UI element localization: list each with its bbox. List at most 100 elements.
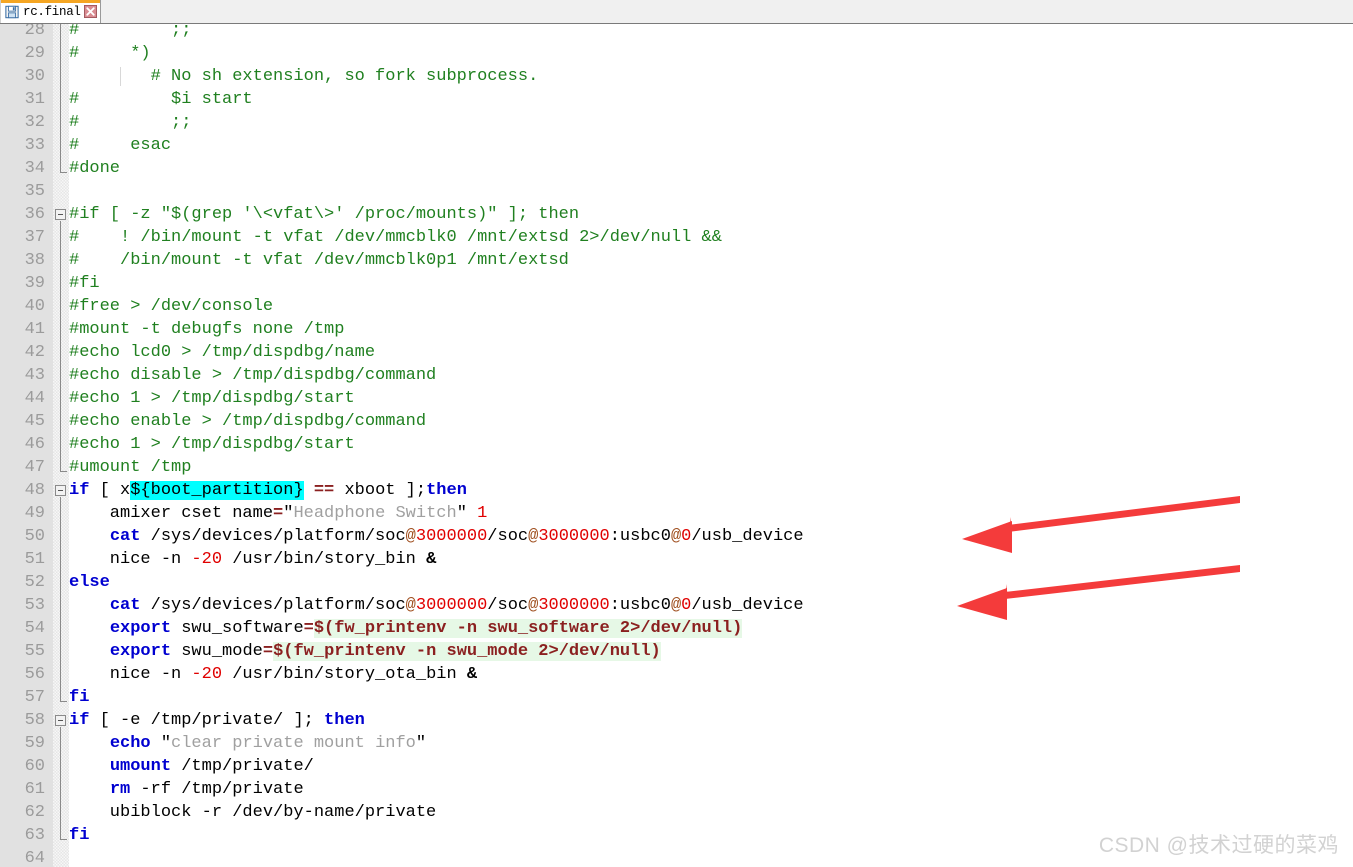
code-line[interactable]: #echo 1 > /tmp/dispdbg/start bbox=[69, 387, 355, 410]
line-number: 63 bbox=[0, 824, 45, 847]
line-number: 59 bbox=[0, 732, 45, 755]
line-number: 47 bbox=[0, 456, 45, 479]
line-number: 40 bbox=[0, 295, 45, 318]
fold-end-marker bbox=[60, 471, 67, 472]
line-number: 38 bbox=[0, 249, 45, 272]
code-line[interactable]: # $i start bbox=[69, 88, 253, 111]
fold-collapse-icon[interactable] bbox=[55, 715, 66, 726]
fold-guide-line bbox=[60, 686, 61, 701]
tab-label: rc.final bbox=[23, 5, 81, 19]
line-number: 58 bbox=[0, 709, 45, 732]
close-icon[interactable] bbox=[84, 5, 97, 18]
fold-guide-line bbox=[60, 111, 61, 134]
code-line[interactable]: umount /tmp/private/ bbox=[69, 755, 314, 778]
code-line[interactable]: #mount -t debugfs none /tmp bbox=[69, 318, 344, 341]
line-number: 52 bbox=[0, 571, 45, 594]
fold-guide-line bbox=[60, 594, 61, 617]
line-number: 36 bbox=[0, 203, 45, 226]
line-number: 32 bbox=[0, 111, 45, 134]
code-line[interactable]: #fi bbox=[69, 272, 100, 295]
code-line[interactable]: #if [ -z "$(grep '\<vfat\>' /proc/mounts… bbox=[69, 203, 579, 226]
fold-guide-line bbox=[60, 24, 61, 42]
line-number: 64 bbox=[0, 847, 45, 867]
code-line[interactable]: cat /sys/devices/platform/soc@3000000/so… bbox=[69, 594, 804, 617]
fold-guide-line bbox=[60, 663, 61, 686]
fold-guide-line bbox=[60, 249, 61, 272]
code-line[interactable]: # ;; bbox=[69, 24, 191, 42]
code-line[interactable]: fi bbox=[69, 824, 89, 847]
fold-end-marker bbox=[60, 839, 67, 840]
fold-guide-line bbox=[60, 295, 61, 318]
code-line[interactable]: export swu_software=$(fw_printenv -n swu… bbox=[69, 617, 742, 640]
code-line[interactable]: #echo disable > /tmp/dispdbg/command bbox=[69, 364, 436, 387]
code-line[interactable]: # esac bbox=[69, 134, 171, 157]
code-line[interactable]: else bbox=[69, 571, 110, 594]
fold-guide-line bbox=[60, 410, 61, 433]
fold-guide-line bbox=[60, 226, 61, 249]
code-line[interactable]: # ;; bbox=[69, 111, 191, 134]
fold-guide-line bbox=[60, 778, 61, 801]
line-number: 57 bbox=[0, 686, 45, 709]
code-line[interactable]: rm -rf /tmp/private bbox=[69, 778, 304, 801]
line-number: 46 bbox=[0, 433, 45, 456]
code-line[interactable]: nice -n -20 /usr/bin/story_ota_bin & bbox=[69, 663, 477, 686]
fold-collapse-icon[interactable] bbox=[55, 209, 66, 220]
fold-guide-line bbox=[60, 801, 61, 824]
fold-guide-line bbox=[60, 571, 61, 594]
code-line[interactable]: nice -n -20 /usr/bin/story_bin & bbox=[69, 548, 436, 571]
line-number: 42 bbox=[0, 341, 45, 364]
fold-guide-line bbox=[60, 272, 61, 295]
code-line[interactable]: cat /sys/devices/platform/soc@3000000/so… bbox=[69, 525, 804, 548]
fold-guide-line bbox=[60, 42, 61, 65]
fold-guide-line bbox=[60, 755, 61, 778]
fold-end-marker bbox=[60, 172, 67, 173]
code-text-area[interactable]: # ;;# *) # No sh extension, so fork subp… bbox=[69, 24, 1353, 867]
line-number: 31 bbox=[0, 88, 45, 111]
fold-guide-line bbox=[60, 640, 61, 663]
code-line[interactable]: # *) bbox=[69, 42, 151, 65]
code-line[interactable]: #echo 1 > /tmp/dispdbg/start bbox=[69, 433, 355, 456]
code-editor[interactable]: 2829303132333435363738394041424344454647… bbox=[0, 24, 1353, 867]
line-number: 49 bbox=[0, 502, 45, 525]
fold-guide-line bbox=[60, 318, 61, 341]
code-line[interactable]: export swu_mode=$(fw_printenv -n swu_mod… bbox=[69, 640, 661, 663]
line-number: 28 bbox=[0, 24, 45, 42]
line-number: 51 bbox=[0, 548, 45, 571]
fold-guide-line bbox=[60, 65, 61, 88]
line-number: 61 bbox=[0, 778, 45, 801]
fold-guide-line bbox=[60, 617, 61, 640]
code-line[interactable]: fi bbox=[69, 686, 89, 709]
fold-guide-line bbox=[60, 732, 61, 755]
line-number: 34 bbox=[0, 157, 45, 180]
code-line[interactable]: # ! /bin/mount -t vfat /dev/mmcblk0 /mnt… bbox=[69, 226, 722, 249]
code-line[interactable]: #done bbox=[69, 157, 120, 180]
code-line[interactable]: amixer cset name="Headphone Switch" 1 bbox=[69, 502, 487, 525]
watermark: CSDN @技术过硬的菜鸡 bbox=[1099, 829, 1339, 859]
line-number: 29 bbox=[0, 42, 45, 65]
code-line[interactable]: # /bin/mount -t vfat /dev/mmcblk0p1 /mnt… bbox=[69, 249, 569, 272]
code-line[interactable]: #echo enable > /tmp/dispdbg/command bbox=[69, 410, 426, 433]
line-number: 33 bbox=[0, 134, 45, 157]
code-line[interactable]: ubiblock -r /dev/by-name/private bbox=[69, 801, 436, 824]
code-folding-column[interactable] bbox=[53, 24, 69, 867]
code-line[interactable]: echo "clear private mount info" bbox=[69, 732, 426, 755]
line-number: 43 bbox=[0, 364, 45, 387]
indent-guide bbox=[120, 67, 121, 86]
save-disk-icon bbox=[5, 5, 19, 19]
tab-rc-final[interactable]: rc.final bbox=[0, 0, 101, 23]
line-number: 35 bbox=[0, 180, 45, 203]
code-line[interactable]: #umount /tmp bbox=[69, 456, 191, 479]
line-number: 60 bbox=[0, 755, 45, 778]
fold-collapse-icon[interactable] bbox=[55, 485, 66, 496]
fold-guide-line bbox=[60, 525, 61, 548]
code-line[interactable]: #echo lcd0 > /tmp/dispdbg/name bbox=[69, 341, 375, 364]
fold-guide-line bbox=[60, 341, 61, 364]
line-number: 30 bbox=[0, 65, 45, 88]
code-line[interactable]: #free > /dev/console bbox=[69, 295, 273, 318]
code-line[interactable]: # No sh extension, so fork subprocess. bbox=[69, 65, 538, 88]
fold-guide-line bbox=[60, 456, 61, 471]
line-number: 48 bbox=[0, 479, 45, 502]
fold-guide-line bbox=[60, 364, 61, 387]
code-line[interactable]: if [ x${boot_partition} == xboot ];then bbox=[69, 479, 467, 502]
code-line[interactable]: if [ -e /tmp/private/ ]; then bbox=[69, 709, 365, 732]
